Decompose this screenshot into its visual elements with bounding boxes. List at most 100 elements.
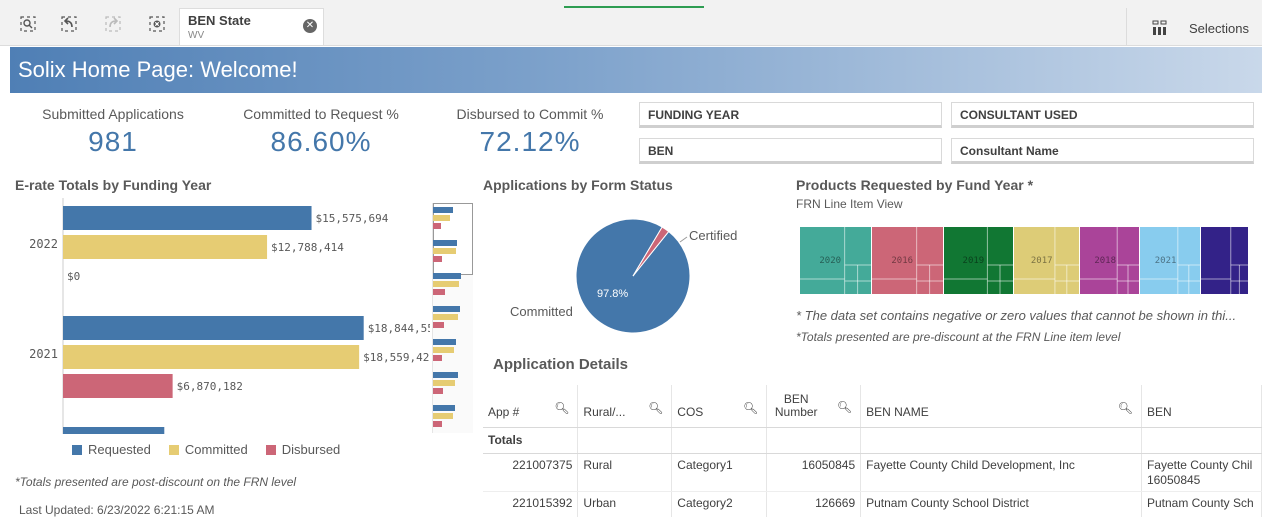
close-icon[interactable]: ✕: [303, 19, 317, 33]
clear-selections-icon[interactable]: [146, 13, 168, 35]
treemap-label: 2016: [891, 256, 913, 266]
kpi-label-disbursed-commit: Disbursed to Commit %: [456, 106, 604, 122]
search-icon[interactable]: 🔍︎: [554, 401, 569, 415]
filter-funding-year[interactable]: FUNDING YEAR: [639, 102, 942, 128]
legend-label-committed: Committed: [184, 442, 248, 457]
mini-bar: [433, 413, 453, 419]
mini-bar: [433, 372, 458, 378]
bar-category-label: 2021: [29, 347, 58, 361]
legend-swatch-committed: [168, 444, 179, 455]
loading-bar: [564, 6, 704, 8]
cell-cos: Category1: [671, 453, 768, 492]
col-ben[interactable]: BEN: [1141, 385, 1262, 428]
treemap-label: 2017: [1031, 256, 1053, 266]
mini-bar: [433, 215, 450, 221]
selections-label: Selections: [1189, 21, 1249, 36]
mini-bar: [433, 380, 455, 386]
cell-app-number: 221007375: [483, 453, 579, 492]
selection-title: BEN State: [188, 13, 251, 28]
col-app-number[interactable]: App # 🔍︎: [483, 385, 579, 428]
bar-committed-2021[interactable]: [63, 345, 360, 369]
last-updated: Last Updated: 6/23/2022 6:21:15 AM: [19, 503, 215, 517]
scrollbar-minichart: [433, 207, 461, 427]
filter-ben[interactable]: BEN: [639, 138, 942, 164]
bar-committed-2022[interactable]: [63, 235, 268, 259]
cell-ben-number: 126669: [766, 491, 862, 517]
legend-label-requested: Requested: [88, 442, 151, 457]
mini-bar: [433, 322, 444, 328]
cell-ben-name: Putnam County School District: [860, 491, 1142, 517]
kpi-label-committed-request: Committed to Request %: [243, 106, 399, 122]
table-row[interactable]: 221007375 Rural Category1 16050845 Fayet…: [483, 453, 1262, 492]
table-totals-row: Totals: [483, 427, 1262, 454]
bar-requested-2021[interactable]: [63, 316, 364, 340]
step-back-icon[interactable]: [58, 13, 80, 35]
search-icon[interactable]: 🔍︎: [743, 401, 758, 415]
mini-bar: [433, 281, 459, 287]
bar-requested-next[interactable]: [63, 427, 165, 434]
mini-bar: [433, 289, 445, 295]
search-icon[interactable]: 🔍︎: [1118, 401, 1133, 415]
search-icon[interactable]: 🔍︎: [837, 401, 852, 414]
filter-consultant-used[interactable]: CONSULTANT USED: [951, 102, 1254, 128]
mini-bar: [433, 355, 442, 361]
table-row[interactable]: 221015392 Urban Category2 126669 Putnam …: [483, 491, 1262, 517]
pie-label-certified: Certified: [689, 228, 737, 243]
col-cos[interactable]: COS 🔍︎: [671, 385, 768, 428]
details-title: Application Details: [493, 356, 629, 373]
treemap-tile-other[interactable]: [1201, 227, 1248, 294]
mini-bar: [433, 388, 443, 394]
kpi-value-committed-request: 86.60%: [270, 126, 372, 157]
col-rural[interactable]: Rural/... 🔍︎: [577, 385, 673, 428]
legend-swatch-disbursed: [265, 444, 276, 455]
form-status-title: Applications by Form Status: [483, 177, 673, 193]
bar-value-label: $12,788,414: [271, 241, 344, 254]
mini-bar: [433, 347, 454, 353]
mini-bar: [433, 339, 456, 345]
bar-requested-2022[interactable]: [63, 206, 312, 230]
table-header-row: App # 🔍︎ Rural/... 🔍︎ COS 🔍︎ BEN Number 🔍︎ B…: [483, 385, 1262, 428]
erate-bar-chart[interactable]: 2022 $15,575,694 $12,788,414 $0 2021 $18,844,…: [10, 198, 430, 434]
filter-consultant-name[interactable]: Consultant Name: [951, 138, 1254, 164]
bar-disbursed-2021[interactable]: [63, 374, 173, 398]
col-ben-name[interactable]: BEN NAME 🔍︎: [860, 385, 1142, 428]
chart-scrollbar[interactable]: [432, 203, 473, 433]
treemap-label: 2018: [1094, 256, 1116, 266]
bar-category-label: 2022: [29, 237, 58, 251]
totals-label: Totals: [483, 427, 579, 454]
pie-value-label: 97.8%: [597, 288, 628, 300]
erate-chart-title: E-rate Totals by Funding Year: [15, 177, 212, 193]
erate-footnote: *Totals presented are post-discount on t…: [15, 475, 297, 489]
treemap-note-1: * The data set contains negative or zero…: [796, 308, 1237, 323]
selection-chip[interactable]: BEN State WV ✕: [179, 8, 324, 45]
mini-bar: [433, 248, 456, 254]
cell-ben: Putnam County Sch: [1141, 491, 1262, 517]
treemap-label: 2021: [1155, 256, 1177, 266]
cell-app-number: 221015392: [483, 491, 579, 517]
products-subtitle: FRN Line Item View: [796, 197, 903, 211]
mini-bar: [433, 207, 453, 213]
page-banner: Solix Home Page: Welcome!: [10, 47, 1262, 93]
smart-search-icon[interactable]: [17, 13, 39, 35]
bar-value-label: $6,870,182: [177, 380, 243, 393]
bar-value-label: $0: [67, 270, 80, 283]
kpi-value-submitted: 981: [88, 126, 138, 157]
form-status-pie[interactable]: 97.8% Certified Committed: [500, 205, 780, 345]
col-ben-number[interactable]: BEN Number 🔍︎: [766, 385, 862, 428]
products-treemap[interactable]: 2020 2016 2019 2017 2018 2021: [800, 227, 1249, 294]
treemap-label: 2020: [819, 256, 841, 266]
mini-bar: [433, 314, 458, 320]
kpi-value-disbursed-commit: 72.12%: [479, 126, 581, 157]
kpi-label-submitted: Submitted Applications: [42, 106, 184, 122]
selection-value: WV: [188, 30, 205, 41]
cell-ben-name: Fayette County Child Development, Inc: [860, 453, 1142, 492]
step-forward-icon[interactable]: [102, 13, 124, 35]
cell-cos: Category2: [671, 491, 768, 517]
cell-rural: Rural: [577, 453, 673, 492]
mini-bar: [433, 240, 457, 246]
search-icon[interactable]: 🔍︎: [648, 401, 663, 415]
selections-button[interactable]: Selections: [1126, 8, 1262, 46]
selections-icon: [1152, 20, 1167, 35]
mini-bar: [433, 306, 460, 312]
treemap-label: 2019: [963, 256, 985, 266]
